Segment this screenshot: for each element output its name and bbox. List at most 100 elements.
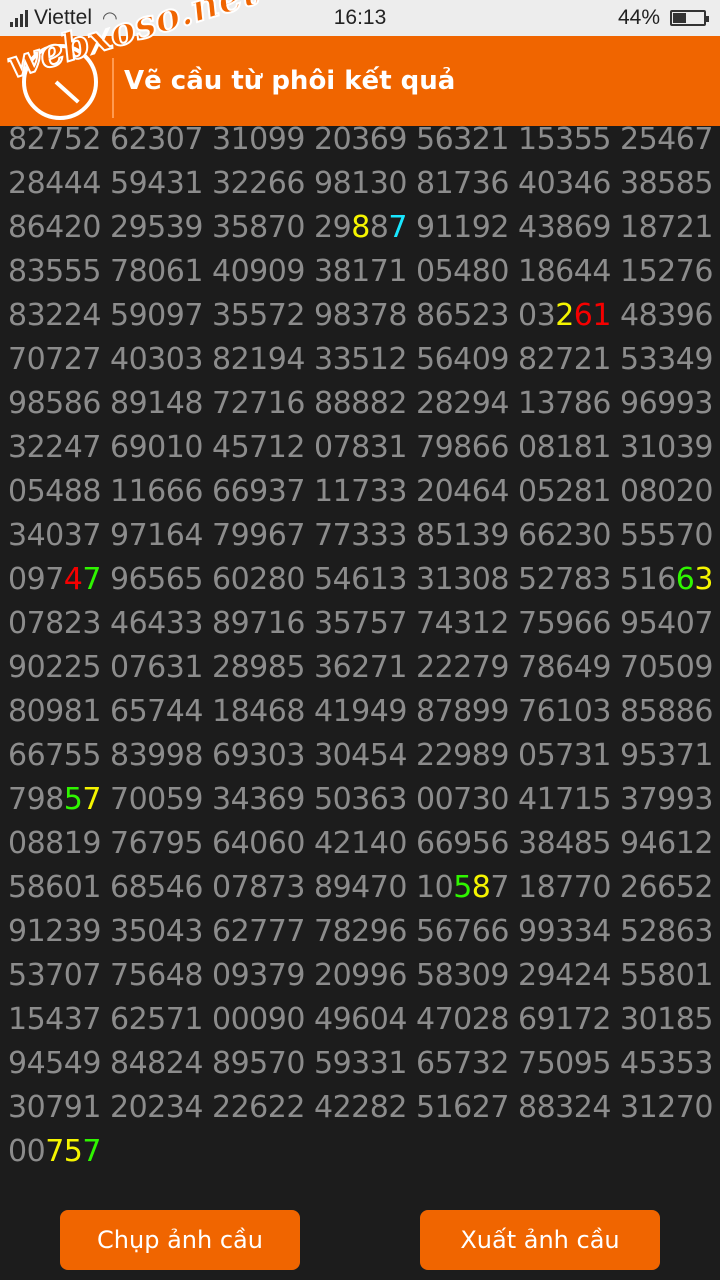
result-number: 20369 <box>314 122 407 157</box>
grid-row: 53707 75648 09379 20996 58309 29424 55801 <box>8 954 720 998</box>
result-number: 18644 <box>518 254 611 289</box>
app-header: webxoso.net Vẽ cầu từ phôi kết quả <box>0 0 720 126</box>
grid-row: 00757 <box>8 1130 720 1174</box>
result-number: 89470 <box>314 870 407 905</box>
result-number: 78061 <box>110 254 203 289</box>
result-number: 86523 <box>416 298 509 333</box>
result-number: 31099 <box>212 122 305 157</box>
grid-row: 98586 89148 72716 88882 28294 13786 96993 <box>8 382 720 426</box>
result-number: 05480 <box>416 254 509 289</box>
result-number: 15355 <box>518 122 611 157</box>
grid-row: 70727 40303 82194 33512 56409 82721 53349 <box>8 338 720 382</box>
result-number: 05281 <box>518 474 611 509</box>
result-number: 15437 <box>8 1002 101 1037</box>
result-number: 34369 <box>212 782 305 817</box>
result-number: 49604 <box>314 1002 407 1037</box>
battery-icon <box>670 10 709 26</box>
result-number: 59097 <box>110 298 203 333</box>
result-number: 07631 <box>110 650 203 685</box>
result-number: 89570 <box>212 1046 305 1081</box>
result-number: 31308 <box>416 562 509 597</box>
result-number: 79857 <box>8 782 101 817</box>
grid-row: 58601 68546 07873 89470 10587 18770 26652 <box>8 866 720 910</box>
result-number: 69303 <box>212 738 305 773</box>
result-number: 70509 <box>620 650 713 685</box>
result-number: 29424 <box>518 958 611 993</box>
page-title: Vẽ cầu từ phôi kết quả <box>124 66 456 96</box>
result-number: 62307 <box>110 122 203 157</box>
result-number: 51627 <box>416 1090 509 1125</box>
result-number: 82194 <box>212 342 305 377</box>
result-number: 05488 <box>8 474 101 509</box>
result-number: 30454 <box>314 738 407 773</box>
result-number: 37993 <box>620 782 713 817</box>
result-number: 25467 <box>620 122 713 157</box>
result-number: 22622 <box>212 1090 305 1125</box>
result-number: 52783 <box>518 562 611 597</box>
grid-row: 79857 70059 34369 50363 00730 41715 37993 <box>8 778 720 822</box>
result-number: 03261 <box>518 298 611 333</box>
export-button[interactable]: Xuất ảnh cầu <box>420 1210 660 1270</box>
result-number: 08181 <box>518 430 611 465</box>
result-number: 10587 <box>416 870 509 905</box>
result-number: 66937 <box>212 474 305 509</box>
result-number: 66755 <box>8 738 101 773</box>
result-number: 15276 <box>620 254 713 289</box>
battery-fill <box>673 13 687 23</box>
result-number: 62777 <box>212 914 305 949</box>
result-number: 94612 <box>620 826 713 861</box>
result-number: 80981 <box>8 694 101 729</box>
capture-button[interactable]: Chụp ảnh cầu <box>60 1210 300 1270</box>
result-number: 82721 <box>518 342 611 377</box>
result-number: 62571 <box>110 1002 203 1037</box>
result-number: 98378 <box>314 298 407 333</box>
result-number: 83224 <box>8 298 101 333</box>
result-number: 53707 <box>8 958 101 993</box>
result-number: 91239 <box>8 914 101 949</box>
result-number: 95407 <box>620 606 713 641</box>
grid-row: 82752 62307 31099 20369 56321 15355 25467 <box>8 118 720 162</box>
result-number: 58601 <box>8 870 101 905</box>
result-number: 52863 <box>620 914 713 949</box>
grid-row: 80981 65744 18468 41949 87899 76103 85886 <box>8 690 720 734</box>
header-divider <box>112 58 114 118</box>
grid-row: 90225 07631 28985 36271 22279 78649 70509 <box>8 646 720 690</box>
result-number: 18770 <box>518 870 611 905</box>
result-number: 82752 <box>8 122 101 157</box>
result-number: 89716 <box>212 606 305 641</box>
result-number: 42282 <box>314 1090 407 1125</box>
grid-row: 83224 59097 35572 98378 86523 03261 48396 <box>8 294 720 338</box>
grid-row: 94549 84824 89570 59331 65732 75095 45353 <box>8 1042 720 1086</box>
result-number: 77333 <box>314 518 407 553</box>
result-number: 07873 <box>212 870 305 905</box>
status-right: 44% <box>618 6 709 30</box>
result-number: 55570 <box>620 518 713 553</box>
result-number: 53349 <box>620 342 713 377</box>
result-number: 66956 <box>416 826 509 861</box>
result-number: 41715 <box>518 782 611 817</box>
grid-row: 66755 83998 69303 30454 22989 05731 95371 <box>8 734 720 778</box>
result-number: 87899 <box>416 694 509 729</box>
grid-row: 91239 35043 62777 78296 56766 99334 52863 <box>8 910 720 954</box>
result-number: 65732 <box>416 1046 509 1081</box>
grid-row: 07823 46433 89716 35757 74312 75966 95407 <box>8 602 720 646</box>
result-number: 20234 <box>110 1090 203 1125</box>
result-number: 45712 <box>212 430 305 465</box>
result-number: 79866 <box>416 430 509 465</box>
result-number: 55801 <box>620 958 713 993</box>
result-number: 96565 <box>110 562 203 597</box>
result-number: 86420 <box>8 210 101 245</box>
grid-row: 28444 59431 32266 98130 81736 40346 38585 <box>8 162 720 206</box>
result-number: 35572 <box>212 298 305 333</box>
grid-row: 08819 76795 64060 42140 66956 38485 94612 <box>8 822 720 866</box>
grid-row: 05488 11666 66937 11733 20464 05281 08020 <box>8 470 720 514</box>
result-number: 47028 <box>416 1002 509 1037</box>
result-number: 97164 <box>110 518 203 553</box>
result-number: 76103 <box>518 694 611 729</box>
result-number: 22989 <box>416 738 509 773</box>
result-number: 75648 <box>110 958 203 993</box>
result-number: 26652 <box>620 870 713 905</box>
result-number: 30185 <box>620 1002 713 1037</box>
result-number: 99334 <box>518 914 611 949</box>
result-number: 35043 <box>110 914 203 949</box>
